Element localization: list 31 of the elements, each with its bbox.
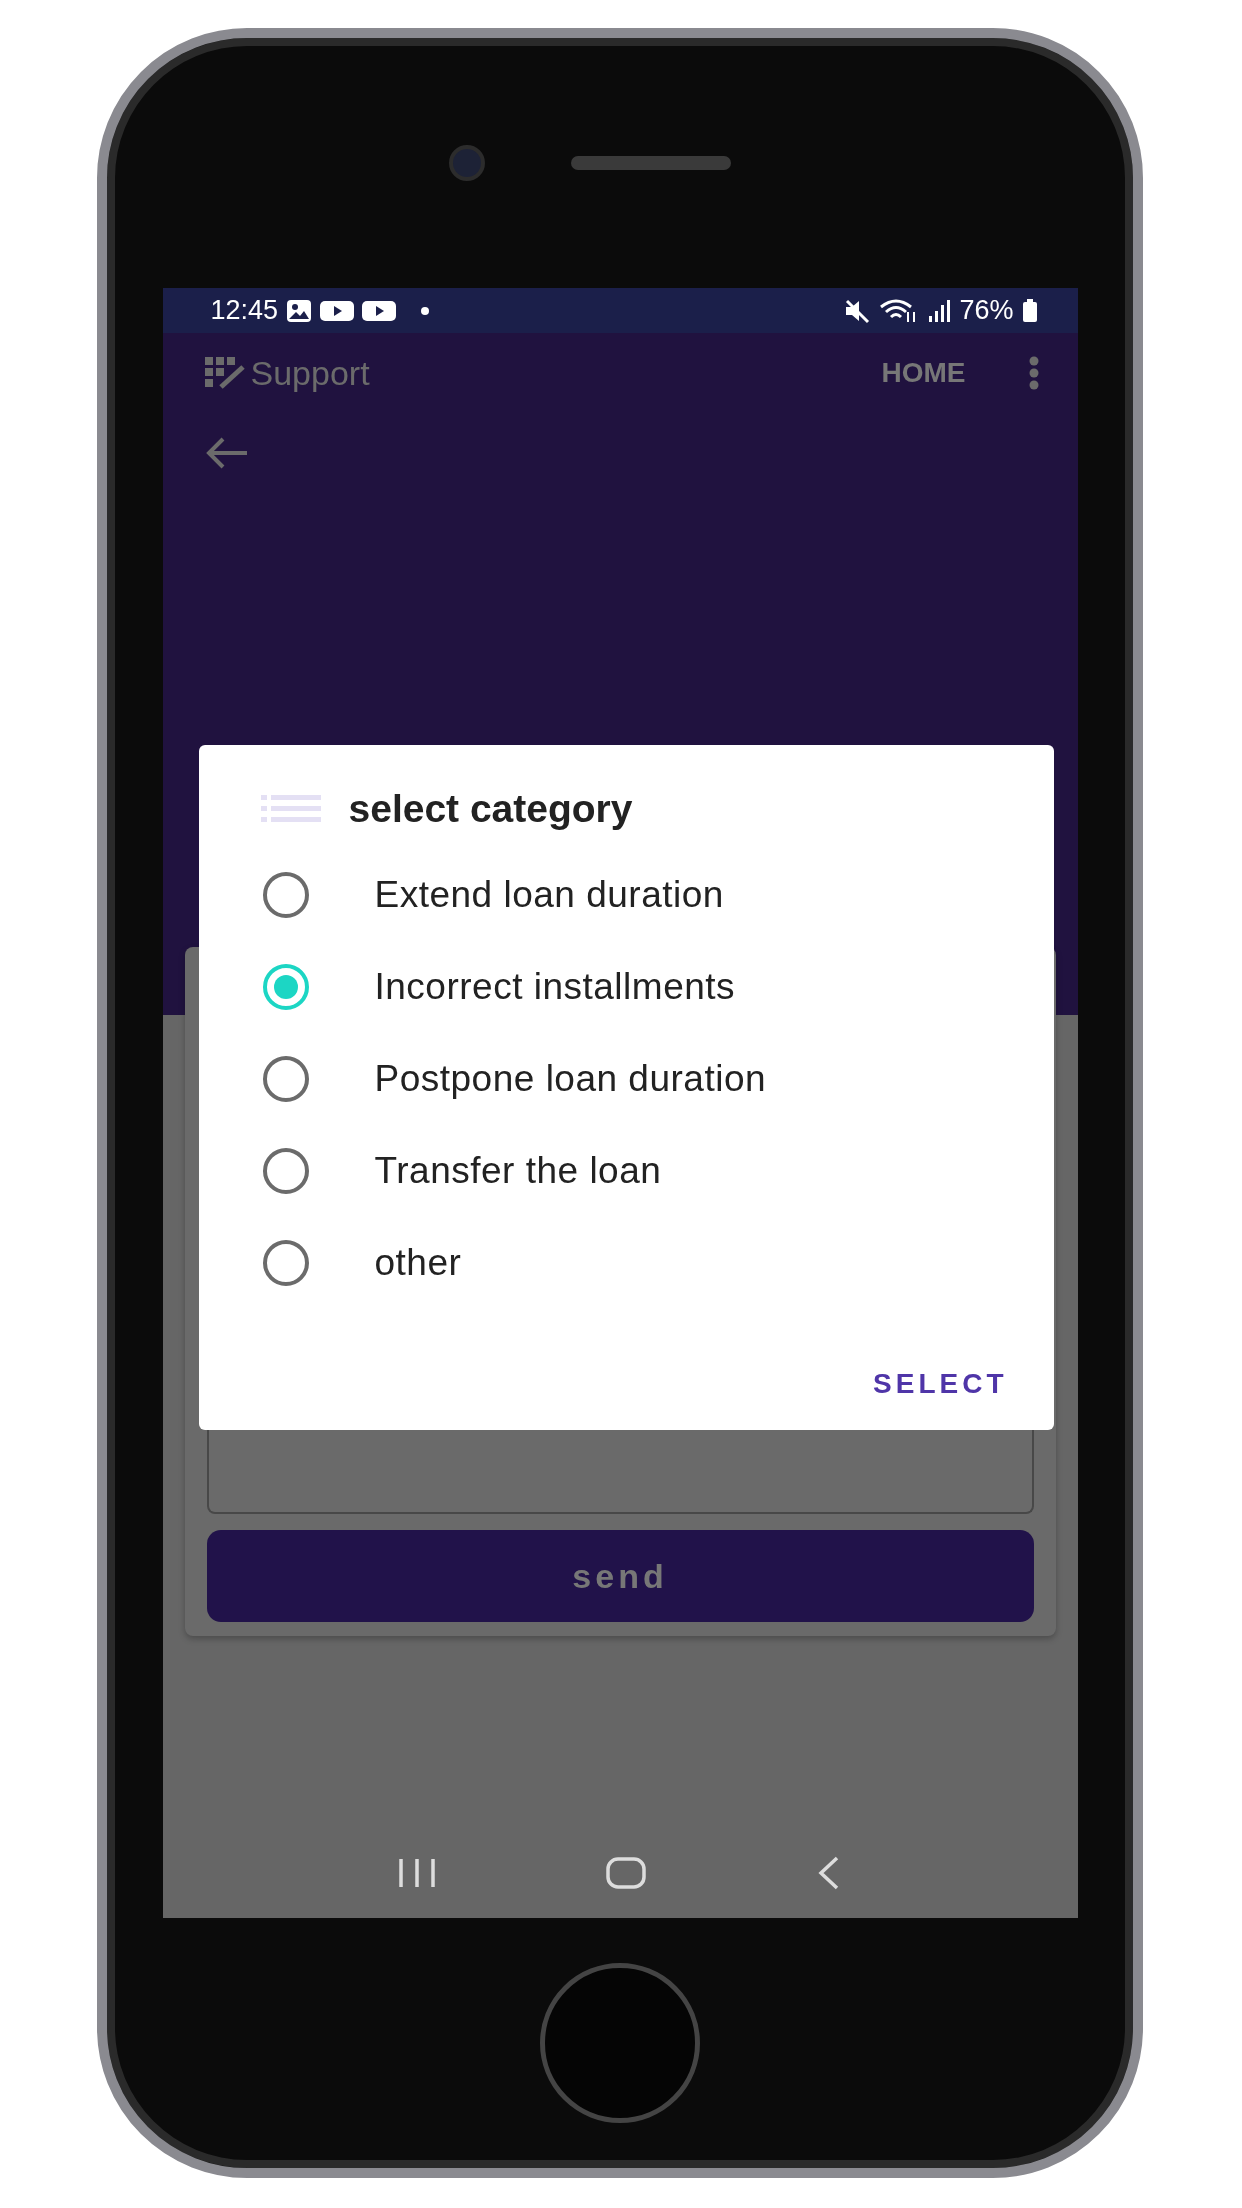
home-icon[interactable] bbox=[605, 1856, 647, 1890]
radio-button[interactable] bbox=[260, 1146, 311, 1196]
radio-button[interactable] bbox=[260, 1238, 311, 1288]
video-icon bbox=[362, 299, 397, 322]
radio-button[interactable] bbox=[260, 962, 311, 1012]
more-menu-icon[interactable] bbox=[1027, 355, 1040, 391]
signal-icon bbox=[927, 298, 952, 323]
battery-percent: 76% bbox=[959, 295, 1014, 326]
home-button[interactable]: HOME bbox=[881, 357, 966, 389]
image-icon bbox=[286, 298, 313, 323]
radio-button[interactable] bbox=[260, 870, 311, 920]
mute-icon bbox=[843, 297, 872, 324]
status-time: 12:45 bbox=[210, 295, 279, 326]
battery-icon bbox=[1021, 298, 1038, 323]
option-label[interactable]: Incorrect installments bbox=[374, 966, 736, 1008]
video-icon bbox=[320, 299, 355, 322]
option-label[interactable]: Extend loan duration bbox=[374, 874, 724, 916]
dialog-title: select category bbox=[348, 787, 633, 831]
list-icon bbox=[260, 793, 323, 825]
notification-dot-icon bbox=[420, 305, 431, 316]
recent-apps-icon[interactable] bbox=[396, 1856, 437, 1890]
select-button[interactable]: SELECT bbox=[873, 1368, 1008, 1400]
camera-icon bbox=[449, 145, 485, 181]
grid-pen-icon bbox=[204, 355, 247, 391]
back-arrow-icon[interactable] bbox=[204, 435, 249, 471]
radio-button[interactable] bbox=[260, 1054, 311, 1104]
option-label[interactable]: Transfer the loan bbox=[374, 1150, 662, 1192]
app-title: Support bbox=[250, 353, 370, 393]
option-label[interactable]: other bbox=[374, 1242, 462, 1284]
send-button[interactable]: send bbox=[206, 1530, 1034, 1622]
option-label[interactable]: Postpone loan duration bbox=[374, 1058, 767, 1100]
